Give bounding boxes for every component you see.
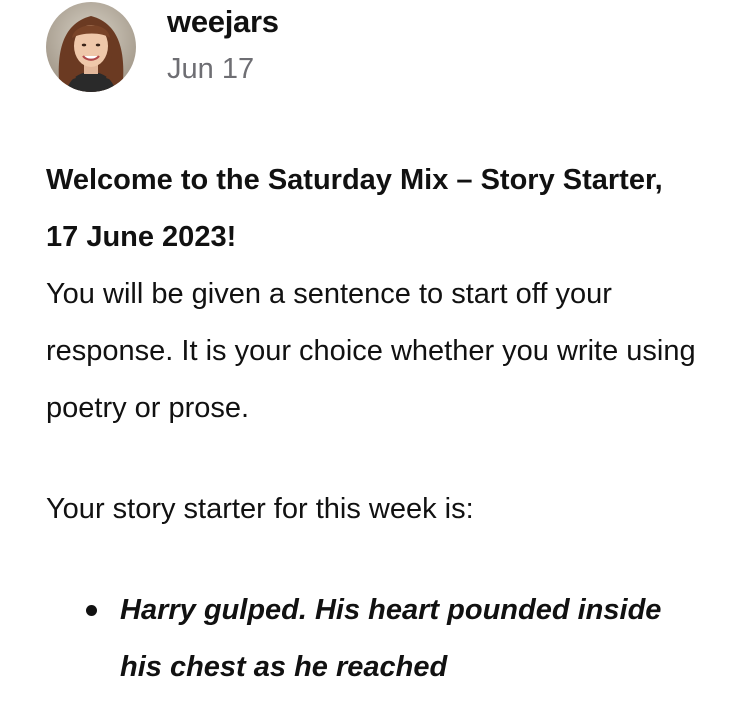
blog-post: weejars Jun 17 Welcome to the Saturday M… (0, 0, 750, 707)
story-starter-text: Harry gulped. His heart pounded inside h… (120, 594, 662, 683)
story-starter-label: Your story starter for this week is: (46, 493, 474, 525)
list-item: Harry gulped. His heart pounded inside h… (46, 582, 665, 696)
avatar[interactable] (46, 2, 136, 92)
story-starter-list: Harry gulped. His heart pounded inside h… (46, 582, 696, 696)
post-body: Welcome to the Saturday Mix – Story Star… (46, 152, 696, 696)
post-date: Jun 17 (167, 53, 255, 85)
post-intro: You will be given a sentence to start of… (46, 278, 696, 424)
post-headline: Welcome to the Saturday Mix – Story Star… (46, 164, 663, 253)
author-name[interactable]: weejars (167, 4, 279, 40)
bullet-dot-icon (86, 605, 97, 616)
author-header: weejars Jun 17 (46, 2, 546, 94)
